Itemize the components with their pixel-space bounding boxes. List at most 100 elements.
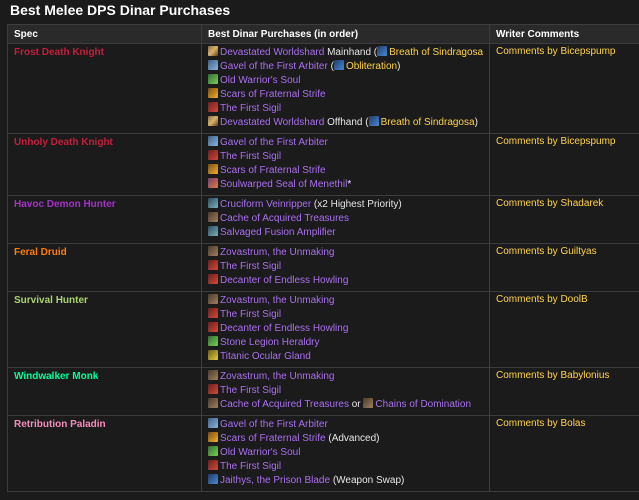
purchase-item: Old Warrior's Soul bbox=[208, 74, 483, 88]
sigil-icon bbox=[208, 274, 218, 284]
purchase-item: Cruciform Veinripper (x2 Highest Priorit… bbox=[208, 198, 483, 212]
talent-link[interactable]: Breath of Sindragosa bbox=[389, 47, 483, 58]
item-link[interactable]: Stone Legion Heraldry bbox=[220, 337, 320, 348]
spec-name[interactable]: Feral Druid bbox=[14, 247, 67, 258]
item-link[interactable]: Jaithys, the Prison Blade bbox=[220, 475, 330, 486]
purchases-cell: Cruciform Veinripper (x2 Highest Priorit… bbox=[201, 195, 490, 244]
writer-comment-link[interactable]: Comments by Babylonius bbox=[496, 370, 609, 381]
sigil-icon bbox=[208, 460, 218, 470]
item-link[interactable]: Old Warrior's Soul bbox=[220, 447, 300, 458]
spec-name[interactable]: Havoc Demon Hunter bbox=[14, 199, 116, 210]
purchase-item: Zovastrum, the Unmaking bbox=[208, 370, 483, 384]
spec-name[interactable]: Frost Death Knight bbox=[14, 47, 104, 58]
sigil-icon bbox=[208, 308, 218, 318]
item-link[interactable]: Titanic Ocular Gland bbox=[220, 351, 311, 362]
purchase-item: The First Sigil bbox=[208, 150, 483, 164]
spec-cell: Unholy Death Knight bbox=[7, 133, 202, 196]
flame-icon bbox=[208, 164, 218, 174]
item-link[interactable]: Decanter of Endless Howling bbox=[220, 323, 348, 334]
item-link[interactable]: Devastated Worldshard bbox=[220, 117, 324, 128]
crossbow-icon bbox=[208, 198, 218, 208]
gavel-icon bbox=[208, 418, 218, 428]
spec-name[interactable]: Survival Hunter bbox=[14, 295, 88, 306]
header-comments: Writer Comments bbox=[489, 24, 639, 44]
comments-cell: Comments by Bolas bbox=[489, 415, 639, 492]
item-link[interactable]: The First Sigil bbox=[220, 385, 281, 396]
header-purchases: Best Dinar Purchases (in order) bbox=[201, 24, 490, 44]
talent-link[interactable]: Breath of Sindragosa bbox=[381, 117, 475, 128]
comments-cell: Comments by Babylonius bbox=[489, 367, 639, 416]
writer-comment-link[interactable]: Comments by Guiltyas bbox=[496, 246, 597, 257]
item-link[interactable]: Salvaged Fusion Amplifier bbox=[220, 227, 336, 238]
item-link[interactable]: The First Sigil bbox=[220, 461, 281, 472]
spec-cell: Windwalker Monk bbox=[7, 367, 202, 416]
item-link[interactable]: The First Sigil bbox=[220, 309, 281, 320]
table-header-row: Spec Best Dinar Purchases (in order) Wri… bbox=[7, 24, 639, 44]
chest-icon bbox=[208, 294, 218, 304]
soul-icon bbox=[208, 446, 218, 456]
item-link[interactable]: Zovastrum, the Unmaking bbox=[220, 247, 335, 258]
purchase-item: Devastated Worldshard Offhand ( Breath of… bbox=[208, 116, 483, 130]
item-link[interactable]: Soulwarped Seal of Menethil bbox=[220, 179, 347, 190]
sword-icon bbox=[208, 116, 218, 126]
item-note: or bbox=[348, 399, 364, 410]
writer-comment-link[interactable]: Comments by Bicepspump bbox=[496, 136, 616, 147]
writer-comment-link[interactable]: Comments by Shadarek bbox=[496, 198, 603, 209]
item-link[interactable]: Devastated Worldshard bbox=[220, 47, 324, 58]
item-link[interactable]: Gavel of the First Arbiter bbox=[220, 61, 328, 72]
sigil-icon bbox=[208, 150, 218, 160]
item-link[interactable]: Cache of Acquired Treasures bbox=[220, 399, 349, 410]
item-note: * bbox=[347, 179, 352, 190]
item-link[interactable]: The First Sigil bbox=[220, 103, 281, 114]
eye-icon bbox=[208, 350, 218, 360]
talent-icon bbox=[333, 60, 344, 70]
spec-cell: Havoc Demon Hunter bbox=[7, 195, 202, 244]
purchase-item: Zovastrum, the Unmaking bbox=[208, 294, 483, 308]
sigil-icon bbox=[208, 260, 218, 270]
purchase-item: The First Sigil bbox=[208, 260, 483, 274]
purchase-item: Jaithys, the Prison Blade (Weapon Swap) bbox=[208, 474, 483, 488]
spec-name[interactable]: Unholy Death Knight bbox=[14, 137, 113, 148]
item-note: (Advanced) bbox=[325, 433, 380, 444]
item-note: (x2 Highest Priority) bbox=[311, 199, 402, 210]
purchase-item: Devastated Worldshard Mainhand (Breath o… bbox=[208, 46, 483, 60]
header-spec: Spec bbox=[7, 24, 202, 44]
talent-icon bbox=[377, 46, 388, 56]
comments-cell: Comments by Bicepspump bbox=[489, 133, 639, 196]
writer-comment-link[interactable]: Comments by Bolas bbox=[496, 418, 585, 429]
item-note: Offhand ( bbox=[324, 117, 369, 128]
item-link[interactable]: Zovastrum, the Unmaking bbox=[220, 295, 335, 306]
item-link[interactable]: Scars of Fraternal Strife bbox=[220, 433, 326, 444]
table-row: Survival Hunter Zovastrum, the Unmaking Th… bbox=[7, 291, 639, 368]
writer-comment-link[interactable]: Comments by Bicepspump bbox=[496, 46, 616, 57]
purchase-item: Gavel of the First Arbiter bbox=[208, 418, 483, 432]
item-link[interactable]: Gavel of the First Arbiter bbox=[220, 137, 328, 148]
item-link[interactable]: The First Sigil bbox=[220, 151, 281, 162]
comments-cell: Comments by DoolB bbox=[489, 291, 639, 368]
table-row: Windwalker Monk Zovastrum, the Unmaking Th… bbox=[7, 367, 639, 416]
purchases-cell: Zovastrum, the Unmaking The First Sigil Ca… bbox=[201, 367, 490, 416]
item-link[interactable]: Scars of Fraternal Strife bbox=[220, 165, 326, 176]
sigil-icon bbox=[208, 102, 218, 112]
gavel-icon bbox=[208, 136, 218, 146]
spec-name[interactable]: Windwalker Monk bbox=[14, 371, 98, 382]
purchase-item: Gavel of the First Arbiter (Obliteration… bbox=[208, 60, 483, 74]
item-link[interactable]: Zovastrum, the Unmaking bbox=[220, 371, 335, 382]
chest-icon bbox=[208, 398, 218, 408]
spec-cell: Survival Hunter bbox=[7, 291, 202, 368]
purchase-item: Salvaged Fusion Amplifier bbox=[208, 226, 483, 240]
sigil-icon bbox=[208, 384, 218, 394]
item-link[interactable]: Old Warrior's Soul bbox=[220, 75, 300, 86]
item-link[interactable]: Chains of Domination bbox=[375, 399, 471, 410]
item-link[interactable]: Scars of Fraternal Strife bbox=[220, 89, 326, 100]
item-link[interactable]: Gavel of the First Arbiter bbox=[220, 419, 328, 430]
item-link[interactable]: Cache of Acquired Treasures bbox=[220, 213, 349, 224]
item-link[interactable]: The First Sigil bbox=[220, 261, 281, 272]
talent-link[interactable]: Obliteration bbox=[346, 61, 397, 72]
writer-comment-link[interactable]: Comments by DoolB bbox=[496, 294, 588, 305]
spec-name[interactable]: Retribution Paladin bbox=[14, 419, 106, 430]
flame-icon bbox=[208, 88, 218, 98]
purchase-item: Gavel of the First Arbiter bbox=[208, 136, 483, 150]
item-link[interactable]: Cruciform Veinripper bbox=[220, 199, 311, 210]
item-link[interactable]: Decanter of Endless Howling bbox=[220, 275, 348, 286]
